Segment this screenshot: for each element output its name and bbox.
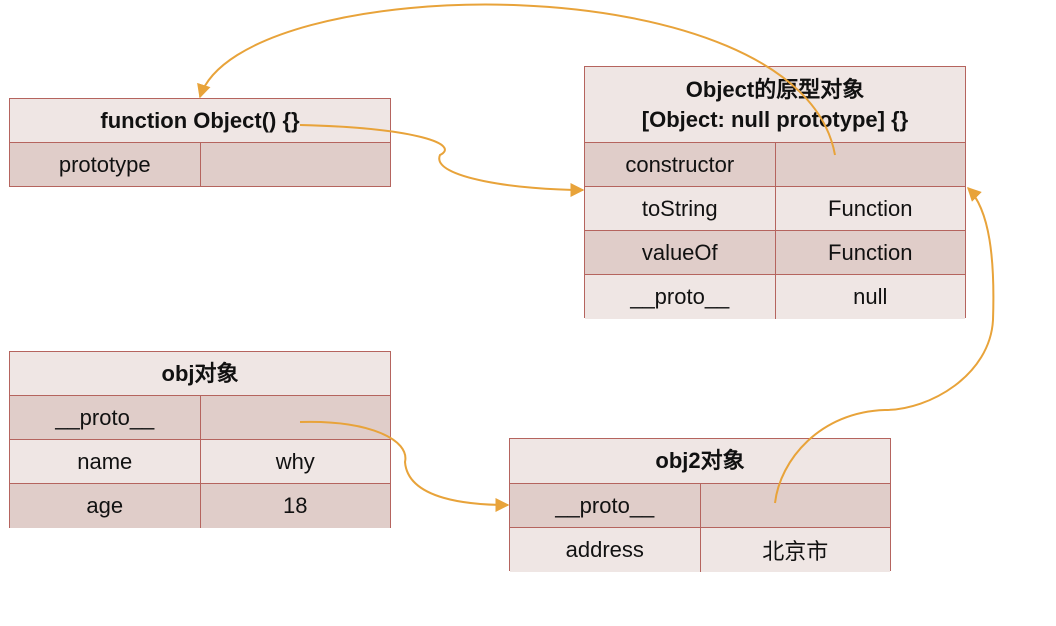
cell-value: null [774, 275, 966, 319]
table-row: name why [10, 440, 390, 484]
cell-key: age [86, 493, 124, 518]
table-row: age 18 [10, 484, 390, 528]
table-row: valueOf Function [585, 231, 965, 275]
table-row: __proto__ null [585, 275, 965, 319]
cell-value: why [199, 440, 391, 483]
cell-key: __proto__ [55, 404, 155, 430]
cell-value: Function [774, 187, 966, 230]
table-header: obj对象 [10, 352, 390, 396]
table-row: prototype [10, 143, 390, 186]
header-line: obj2对象 [655, 448, 745, 473]
obj2-table: obj2对象 __proto__ address 北京市 [509, 438, 891, 572]
table-header: obj2对象 [510, 439, 890, 484]
cell-key: address [565, 537, 644, 562]
cell-key: toString [641, 195, 718, 221]
table-header: Object的原型对象 [Object: null prototype] {} [585, 67, 965, 143]
cell-key: __proto__ [630, 284, 730, 309]
cell-value: 18 [199, 484, 391, 528]
table-row: __proto__ [10, 396, 390, 440]
table-row: address 北京市 [510, 528, 890, 572]
cell-key: valueOf [641, 239, 718, 265]
object-prototype-table: Object的原型对象 [Object: null prototype] {} … [584, 66, 966, 319]
cell-value: 北京市 [699, 528, 891, 572]
cell-value [774, 143, 966, 186]
cell-key: prototype [58, 151, 151, 177]
table-row: constructor [585, 143, 965, 187]
table-header: function Object() {} [10, 99, 390, 143]
cell-key: __proto__ [555, 492, 655, 518]
table-row: __proto__ [510, 484, 890, 528]
header-line: [Object: null prototype] {} [641, 106, 909, 132]
cell-key: name [77, 448, 133, 474]
obj-table: obj对象 __proto__ name why age 18 [9, 351, 391, 528]
header-line: function Object() {} [100, 107, 300, 133]
cell-value [699, 484, 891, 527]
object-constructor-table: function Object() {} prototype [9, 98, 391, 187]
table-row: toString Function [585, 187, 965, 231]
cell-value [199, 143, 391, 186]
cell-value [199, 396, 391, 439]
header-line: obj对象 [161, 360, 239, 386]
cell-value: Function [774, 231, 966, 274]
header-line: Object的原型对象 [685, 76, 865, 102]
cell-key: constructor [625, 151, 735, 177]
